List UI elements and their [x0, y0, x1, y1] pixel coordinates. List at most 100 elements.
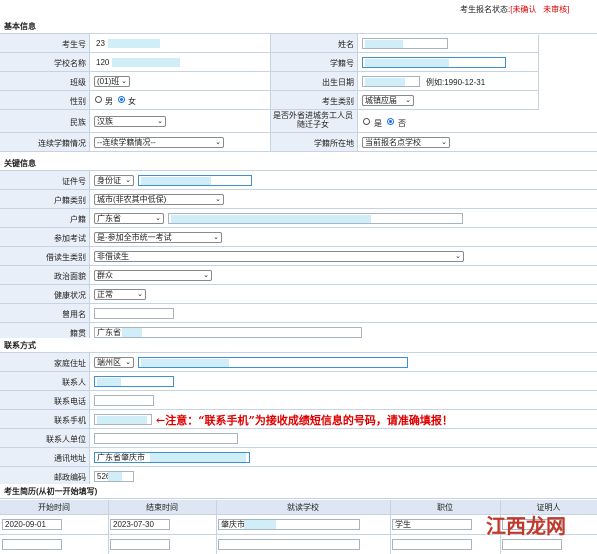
row-health: 健康状况 正常 ⌄	[0, 285, 597, 304]
boarding-select[interactable]: 非借读生 ⌄	[94, 251, 464, 262]
row-id: 证件号 身份证 ⌄	[0, 171, 597, 190]
history-end-field[interactable]	[110, 539, 170, 550]
col-end: 结束时间	[146, 503, 178, 512]
chevron-down-icon: ⌄	[157, 118, 163, 125]
migrant-label: 是否外省进城务工人员随迁子女	[273, 111, 353, 129]
category-label: 考生类别	[322, 97, 354, 106]
class-select[interactable]: (01)班 ⌄	[94, 76, 130, 87]
continue-select[interactable]: --连续学籍情况-- ⌄	[94, 137, 224, 148]
gender-male-radio[interactable]	[95, 96, 102, 103]
watermark: 江西龙网	[486, 514, 566, 538]
history-position-field[interactable]	[392, 539, 472, 550]
roll-place-select[interactable]: 当前报名点学校 ⌄	[362, 137, 450, 148]
section-basic: 基本信息	[0, 19, 597, 34]
gender-female-radio[interactable]	[118, 96, 125, 103]
row-phone: 联系电话	[0, 391, 597, 410]
migrant-yes-radio[interactable]	[363, 118, 370, 125]
chevron-down-icon: ⌄	[405, 97, 411, 104]
row-school: 学校名称 120 学籍号	[0, 53, 597, 72]
student-no-field[interactable]	[362, 57, 506, 68]
health-label: 健康状况	[54, 291, 86, 300]
ethnic-select[interactable]: 汉族 ⌄	[94, 116, 166, 127]
history-start-field[interactable]	[2, 539, 62, 550]
gender-male-label: 男	[105, 97, 113, 106]
row-gender: 性别 男 女 考生类别 城镇应届 ⌄	[0, 91, 597, 110]
row-unit: 联系人单位	[0, 429, 597, 448]
exam-type-select[interactable]: 是-参加全市统一考试 ⌄	[94, 232, 222, 243]
address-field[interactable]	[138, 357, 408, 368]
row-class: 班级 (01)班 ⌄ 出生日期 例如:1990-12-31	[0, 72, 597, 91]
mail-address-label: 通讯地址	[54, 454, 86, 463]
mobile-field[interactable]	[94, 414, 152, 425]
mobile-note: ←注意：“联系手机”为接收成绩短信息的号码，请准确填报！	[156, 414, 453, 427]
history-position-field[interactable]: 学生	[392, 519, 472, 530]
migrant-yes-label: 是	[374, 119, 382, 128]
status-bar: 考生报名状态:[未确认 未审核]	[0, 0, 597, 17]
postcode-label: 邮政编码	[54, 473, 86, 482]
hukou-select[interactable]: 广东省 ⌄	[94, 213, 164, 224]
phone-field[interactable]	[94, 395, 154, 406]
registration-status: 考生报名状态:[未确认 未审核]	[460, 5, 570, 14]
chevron-down-icon: ⌄	[125, 177, 131, 184]
row-continue: 连续学籍情况 --连续学籍情况-- ⌄ 学籍所在地 当前报名点学校 ⌄	[0, 133, 597, 152]
ethnic-label: 民族	[70, 118, 86, 127]
chevron-down-icon: ⌄	[455, 253, 461, 260]
row-hukou-type: 户籍类别 城市(非农其中低保) ⌄	[0, 190, 597, 209]
row-hukou: 户籍 广东省 ⌄	[0, 209, 597, 228]
address-label: 家庭住址	[54, 359, 86, 368]
migrant-no-radio[interactable]	[387, 118, 394, 125]
mobile-label: 联系手机	[54, 416, 86, 425]
review-status: 未审核]	[543, 5, 570, 14]
exam-no-label: 考生号	[62, 40, 86, 49]
chevron-down-icon: ⌄	[203, 272, 209, 279]
former-name-field[interactable]	[94, 308, 174, 319]
history-school-field[interactable]	[218, 539, 360, 550]
category-select[interactable]: 城镇应届 ⌄	[362, 95, 414, 106]
political-select[interactable]: 群众 ⌄	[94, 270, 212, 281]
chevron-down-icon: ⌄	[137, 291, 143, 298]
row-exam-no: 考生号 23 姓名	[0, 34, 597, 53]
unit-label: 联系人单位	[46, 435, 86, 444]
name-field[interactable]	[362, 38, 448, 49]
exam-no-value: 23	[96, 39, 105, 48]
student-no-label: 学籍号	[330, 59, 354, 68]
school-name-label: 学校名称	[54, 59, 86, 68]
hukou-detail-field[interactable]	[168, 213, 463, 224]
chevron-down-icon: ⌄	[215, 196, 221, 203]
chevron-down-icon: ⌄	[121, 78, 127, 85]
row-mobile: 联系手机 ←注意：“联系手机”为接收成绩短信息的号码，请准确填报！	[0, 410, 597, 429]
political-label: 政治面貌	[54, 272, 86, 281]
row-address: 家庭住址 端州区 ⌄	[0, 353, 597, 372]
gender-label: 性别	[70, 97, 86, 106]
confirm-status: [未确认	[510, 5, 537, 14]
phone-label: 联系电话	[54, 397, 86, 406]
row-mail-address: 通讯地址 广东省肇庆市	[0, 448, 597, 467]
health-select[interactable]: 正常 ⌄	[94, 289, 146, 300]
address-district-select[interactable]: 端州区 ⌄	[94, 357, 134, 368]
gender-female-label: 女	[128, 97, 136, 106]
birth-field[interactable]	[362, 76, 420, 87]
name-label: 姓名	[338, 40, 354, 49]
history-school-field[interactable]: 肇庆市	[218, 519, 360, 530]
row-ethnic: 民族 汉族 ⌄ 是否外省进城务工人员随迁子女 是 否	[0, 110, 597, 133]
history-witness-field[interactable]	[502, 539, 562, 550]
chevron-down-icon: ⌄	[215, 139, 221, 146]
id-number-field[interactable]	[138, 175, 252, 186]
chevron-down-icon: ⌄	[213, 234, 219, 241]
hukou-type-select[interactable]: 城市(非农其中低保) ⌄	[94, 194, 224, 205]
boarding-label: 借读生类别	[46, 253, 86, 262]
section-key: 关键信息	[0, 156, 597, 171]
chevron-down-icon: ⌄	[441, 139, 447, 146]
row-political: 政治面貌 群众 ⌄	[0, 266, 597, 285]
exam-type-label: 参加考试	[54, 234, 86, 243]
chevron-down-icon: ⌄	[125, 359, 131, 366]
unit-field[interactable]	[94, 433, 238, 444]
id-type-select[interactable]: 身份证 ⌄	[94, 175, 134, 186]
history-end-field[interactable]: 2023-07-30	[110, 519, 170, 530]
school-name-value: 120	[96, 58, 110, 67]
contact-person-field[interactable]	[94, 376, 174, 387]
row-contact-person: 联系人	[0, 372, 597, 391]
col-school: 就读学校	[287, 503, 319, 512]
history-start-field[interactable]: 2020-09-01	[2, 519, 62, 530]
section-history: 考生简历(从初一开始填写)	[0, 484, 597, 499]
